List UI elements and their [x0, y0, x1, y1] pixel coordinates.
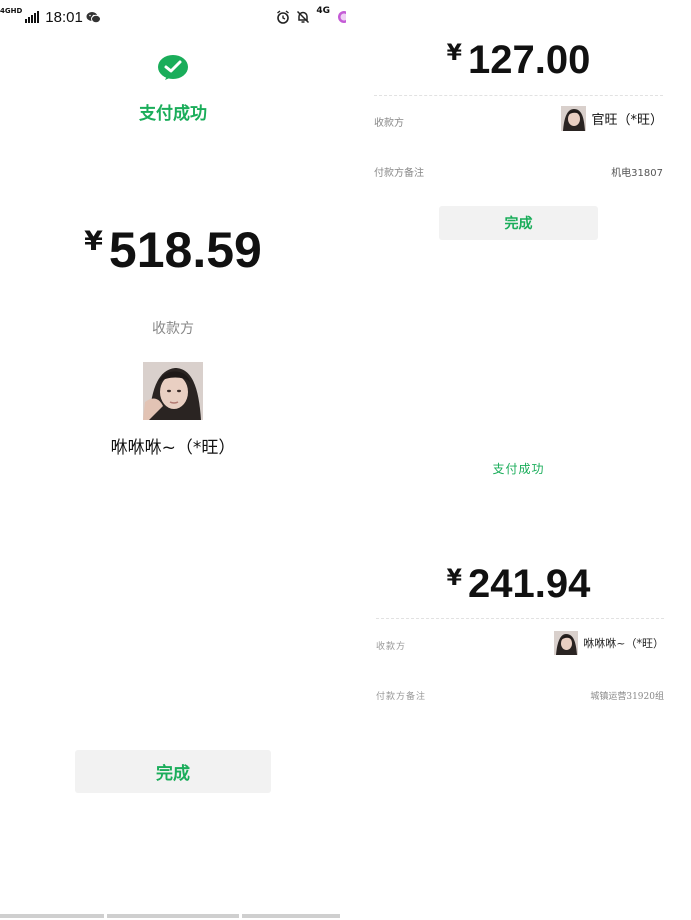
left-payment-success-screen: 4GHD 18:01 4G 支付成功 ¥ 518.59 收款方 咻咻咻~（*旺）…: [0, 0, 346, 920]
currency-symbol: ¥: [446, 566, 462, 591]
divider: [374, 95, 663, 96]
status-time: 18:01: [45, 8, 83, 26]
battery-icon: [336, 10, 346, 24]
remark-label: 付款方备注: [374, 168, 424, 179]
right-bottom-receipt: 支付成功 ¥241.94 收款方 咻咻咻~（*旺） 付款方备注 城镇运营3192…: [346, 440, 691, 720]
payee-label: 收款方: [374, 118, 404, 129]
remark-value: 城镇运营31920组: [590, 692, 664, 702]
payment-amount: 518.59: [108, 222, 262, 278]
payee-name: 官旺（*旺）: [591, 113, 663, 128]
payee-row: 收款方 官旺（*旺）: [374, 106, 663, 134]
status-bar-right: 4G: [276, 7, 346, 27]
network-type-label: 4GHD: [0, 7, 23, 15]
remark-value: 机电31807: [611, 168, 663, 179]
right-top-receipt: ¥127.00 收款方 官旺（*旺） 付款方备注 机电31807 完成: [346, 0, 691, 250]
payee-label: 收款方: [376, 642, 407, 652]
payment-success-title: 支付成功: [139, 104, 207, 124]
payment-success-title: 支付成功: [492, 462, 545, 476]
payee-name: 咻咻咻~（*旺）: [110, 438, 236, 458]
payee-avatar: [554, 631, 579, 655]
alarm-icon: [276, 10, 290, 24]
navigation-bar: [0, 914, 346, 920]
currency-symbol: ¥: [84, 226, 103, 257]
payee-avatar: [143, 362, 203, 420]
payment-amount: 241.94: [467, 562, 591, 606]
remark-label: 付款方备注: [376, 692, 427, 702]
network-type-label-right: 4G: [316, 6, 330, 16]
remark-row: 付款方备注 机电31807: [374, 162, 663, 179]
success-check-icon: [157, 53, 189, 85]
payment-amount: 127.00: [467, 38, 591, 82]
signal-icon: [25, 11, 40, 23]
amount-display: ¥241.94: [346, 560, 691, 608]
status-bar-left: 4GHD 18:01: [0, 7, 101, 27]
currency-symbol: ¥: [446, 41, 462, 66]
payee-avatar: [561, 106, 587, 131]
payee-label: 收款方: [152, 321, 194, 337]
amount-display: ¥518.59: [0, 220, 346, 280]
wechat-notification-icon: [86, 11, 101, 24]
payee-name: 咻咻咻~（*旺）: [583, 637, 664, 650]
divider: [376, 618, 664, 619]
amount-display: ¥127.00: [346, 36, 691, 84]
done-button[interactable]: 完成: [75, 750, 271, 793]
remark-row: 付款方备注 城镇运营31920组: [376, 688, 664, 702]
mute-bell-icon: [296, 10, 310, 24]
payee-info: 官旺（*旺）: [561, 106, 663, 131]
done-button[interactable]: 完成: [439, 206, 598, 240]
payee-row: 收款方 咻咻咻~（*旺）: [376, 631, 664, 657]
payee-info: 咻咻咻~（*旺）: [554, 631, 664, 655]
status-bar: 4GHD 18:01 4G: [0, 0, 346, 34]
